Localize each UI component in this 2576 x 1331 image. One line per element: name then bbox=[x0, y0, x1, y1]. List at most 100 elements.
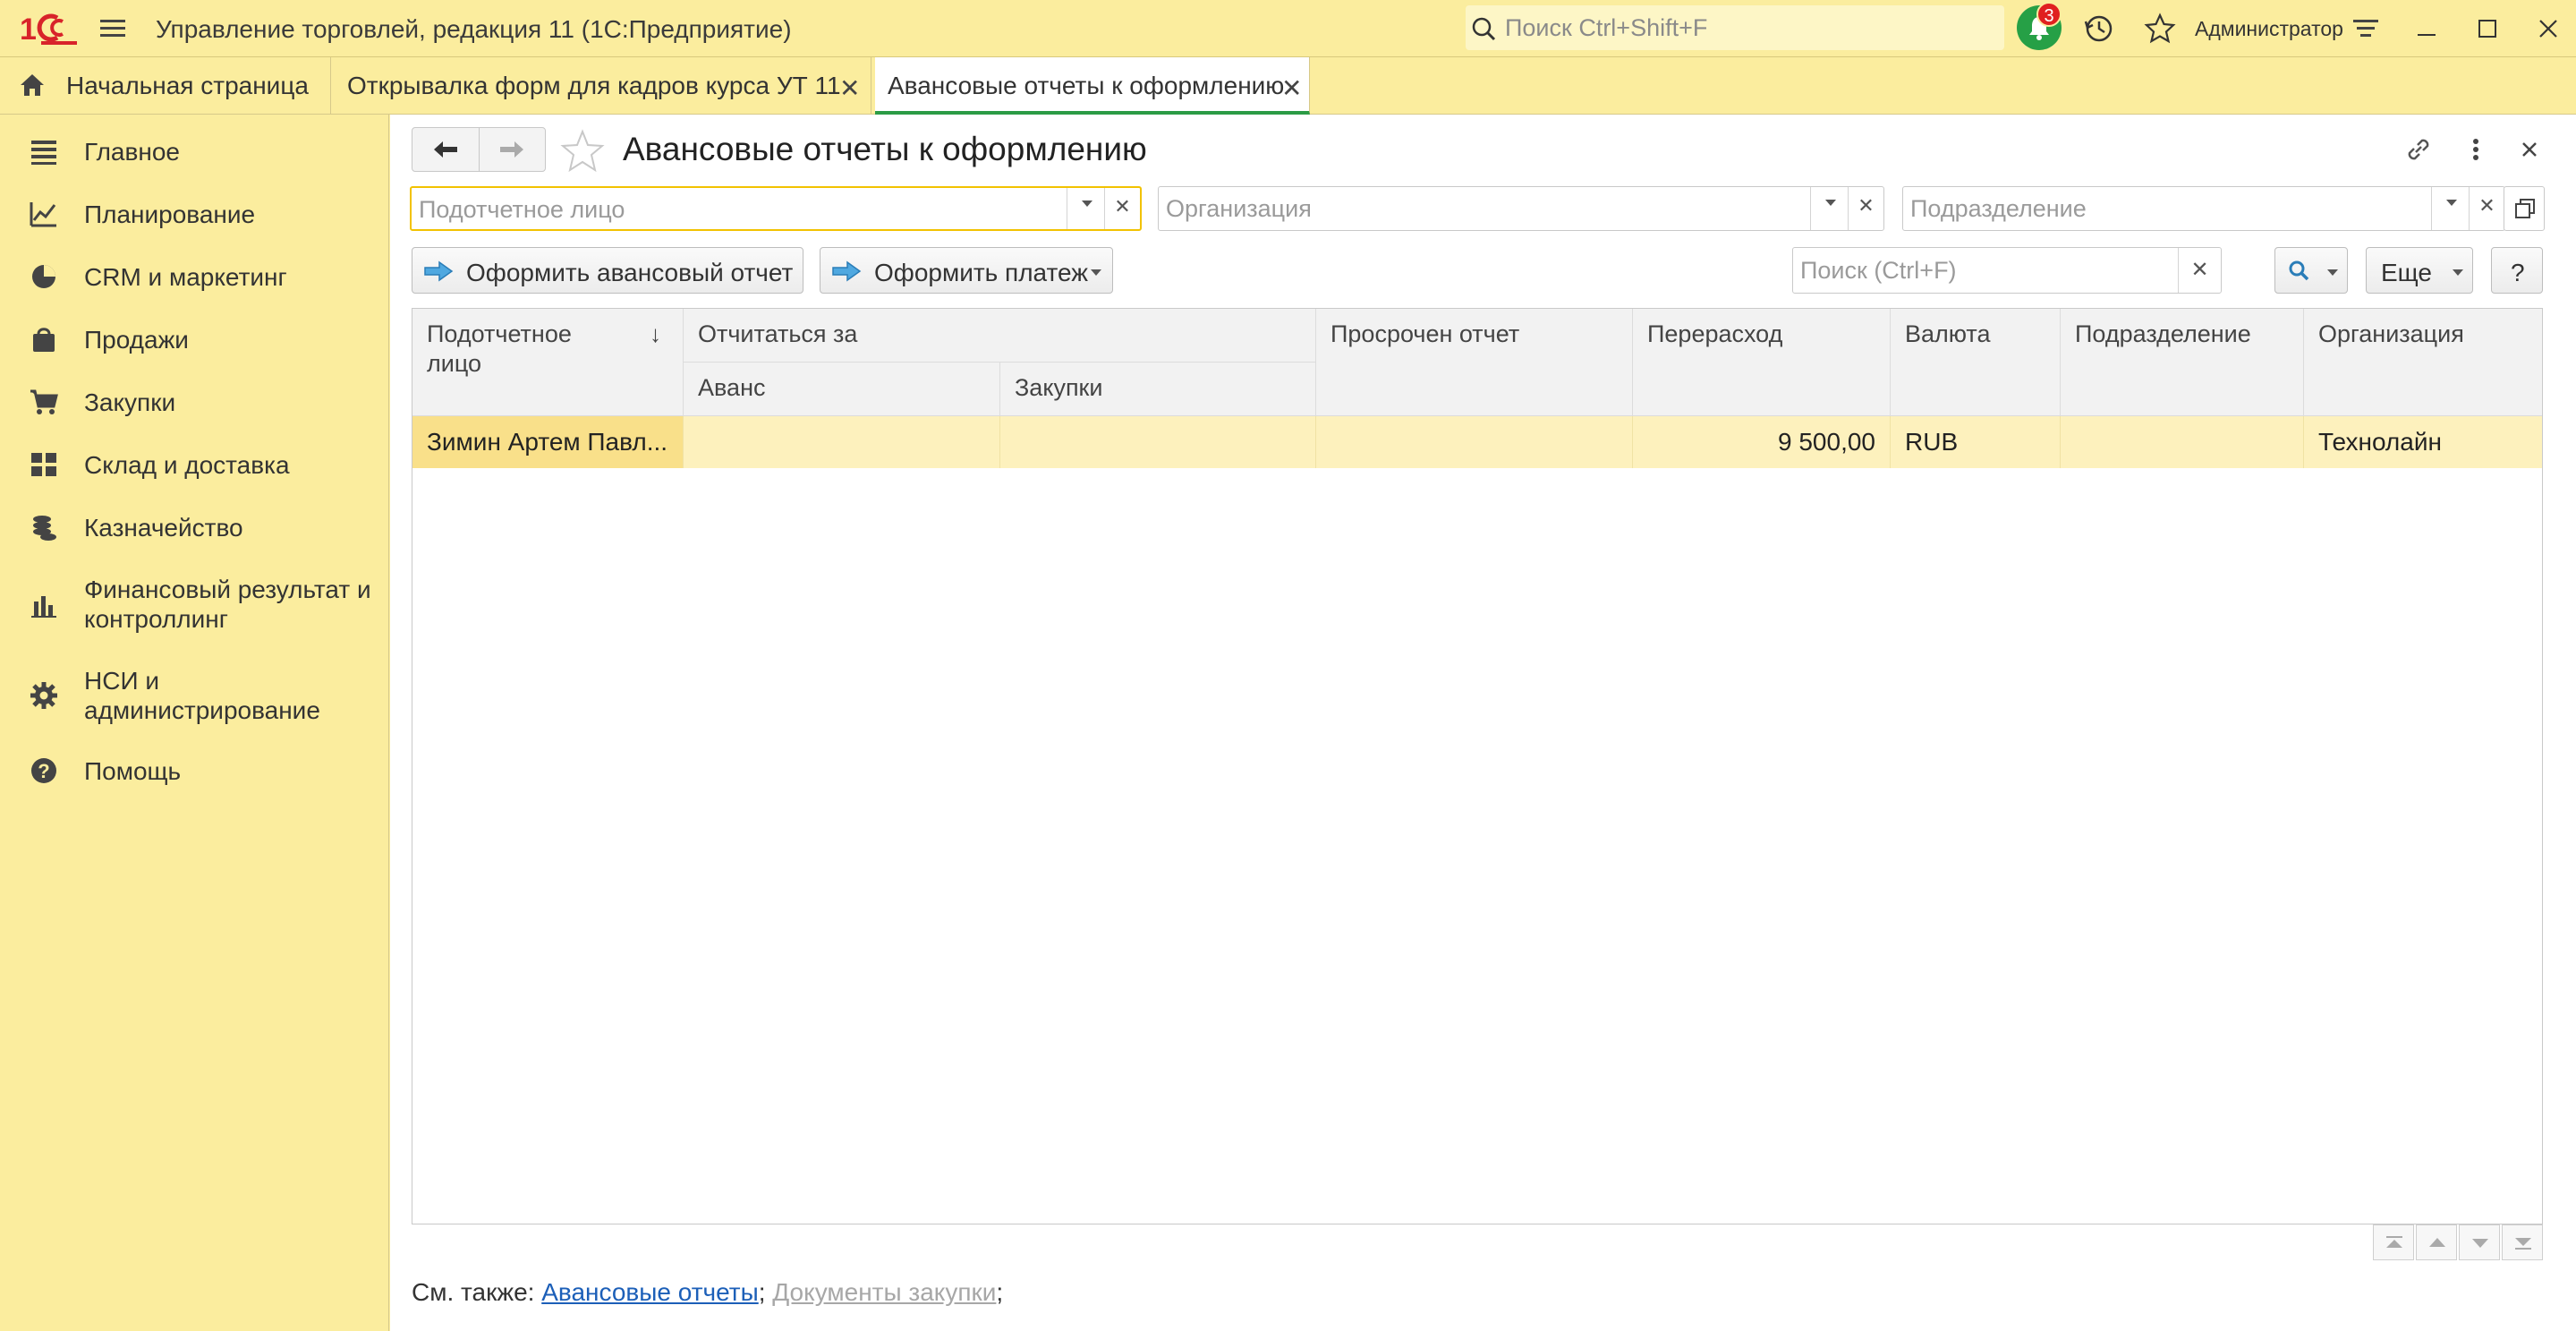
link-advance-reports[interactable]: Авансовые отчеты bbox=[541, 1278, 758, 1306]
person-dropdown-button[interactable] bbox=[1067, 188, 1102, 229]
current-user[interactable]: Администратор bbox=[2195, 17, 2343, 41]
column-header-currency[interactable]: Валюта bbox=[1891, 309, 2061, 416]
cell-currency[interactable]: RUB bbox=[1891, 416, 2061, 468]
1c-logo: 1 bbox=[18, 9, 81, 48]
tab-label: Авансовые отчеты к оформлению bbox=[888, 72, 1285, 99]
cell-overspend[interactable]: 9 500,00 bbox=[1633, 416, 1891, 468]
sidebar-item-finance[interactable]: Финансовый результат и контроллинг bbox=[0, 569, 389, 637]
scroll-first-button[interactable] bbox=[2373, 1224, 2414, 1260]
help-button[interactable]: ? bbox=[2491, 247, 2543, 294]
warehouse-icon bbox=[31, 453, 56, 476]
column-header-overdue[interactable]: Просрочен отчет bbox=[1316, 309, 1633, 416]
sidebar-item-treasury[interactable]: Казначейство bbox=[0, 507, 389, 550]
back-arrow-icon[interactable] bbox=[432, 139, 459, 160]
sidebar-item-planning[interactable]: Планирование bbox=[0, 193, 389, 236]
sidebar-item-label: Главное bbox=[84, 138, 180, 166]
forward-arrow-icon[interactable] bbox=[498, 139, 525, 160]
favorites-star-icon[interactable] bbox=[2144, 13, 2176, 45]
department-clear-button[interactable]: ✕ bbox=[2469, 187, 2504, 230]
list-search-field[interactable]: ✕ bbox=[1792, 247, 2222, 294]
column-header-advance[interactable]: Аванс bbox=[684, 363, 1000, 416]
sidebar-item-label: НСИ и администрирование bbox=[84, 667, 320, 724]
main-menu-icon[interactable] bbox=[98, 16, 127, 41]
column-header-person[interactable]: Подотчетное лицо ↓ bbox=[412, 309, 684, 416]
button-label: Оформить платеж bbox=[874, 259, 1088, 286]
sidebar-item-label: Помощь bbox=[84, 757, 182, 785]
global-search[interactable] bbox=[1466, 5, 2004, 50]
department-dropdown-button[interactable] bbox=[2431, 187, 2467, 230]
notifications-badge: 3 bbox=[2036, 2, 2062, 27]
scroll-last-button[interactable] bbox=[2502, 1224, 2543, 1260]
person-filter-input[interactable] bbox=[417, 193, 1061, 226]
clear-search-icon[interactable]: ✕ bbox=[2178, 248, 2221, 293]
sidebar-item-label: Склад и доставка bbox=[84, 451, 290, 479]
column-header-department[interactable]: Подразделение bbox=[2061, 309, 2304, 416]
sidebar-item-purchases[interactable]: Закупки bbox=[0, 381, 389, 424]
sidebar-item-crm[interactable]: CRM и маркетинг bbox=[0, 256, 389, 299]
minimize-icon[interactable] bbox=[2410, 13, 2443, 45]
sidebar-item-label: CRM и маркетинг bbox=[84, 263, 287, 291]
sidebar-item-main[interactable]: Главное bbox=[0, 131, 389, 174]
tab-home[interactable]: Начальная страница bbox=[0, 57, 331, 115]
sidebar-item-help[interactable]: ? Помощь bbox=[0, 750, 389, 793]
column-header-label: Организация bbox=[2318, 320, 2464, 347]
favorite-star-icon[interactable] bbox=[560, 129, 605, 174]
close-form-icon[interactable] bbox=[2514, 134, 2545, 165]
clear-icon: ✕ bbox=[2478, 194, 2495, 217]
organization-filter-input[interactable] bbox=[1164, 192, 1808, 225]
sidebar-item-sales[interactable]: Продажи bbox=[0, 319, 389, 362]
scroll-down-button[interactable] bbox=[2459, 1224, 2500, 1260]
column-header-overspend[interactable]: Перерасход bbox=[1633, 309, 1891, 416]
open-department-button[interactable] bbox=[2504, 186, 2545, 231]
column-header-label: Валюта bbox=[1905, 320, 1991, 347]
link-purchase-documents[interactable]: Документы закупки bbox=[772, 1278, 996, 1306]
column-header-label: Подразделение bbox=[2075, 320, 2251, 347]
person-clear-button[interactable]: ✕ bbox=[1104, 188, 1140, 229]
close-window-icon[interactable] bbox=[2532, 13, 2564, 45]
sidebar-item-admin[interactable]: НСИ и администрирование bbox=[0, 661, 389, 729]
scroll-up-button[interactable] bbox=[2416, 1224, 2457, 1260]
bar-chart-icon bbox=[31, 596, 56, 618]
tab-forms-opener[interactable]: Открывалка форм для кадров курса УТ 11 ✕ bbox=[331, 57, 871, 115]
cell-purchases[interactable] bbox=[1000, 416, 1316, 468]
department-filter-field[interactable]: ✕ bbox=[1902, 186, 2505, 231]
tab-close-icon[interactable]: ✕ bbox=[839, 73, 860, 103]
more-actions-button[interactable]: Еще bbox=[2366, 247, 2473, 294]
maximize-icon[interactable] bbox=[2471, 13, 2504, 45]
create-payment-button[interactable]: Оформить платеж bbox=[820, 247, 1113, 294]
tab-label: Открывалка форм для кадров курса УТ 11 bbox=[347, 72, 841, 99]
arrow-right-blue-icon bbox=[832, 260, 862, 282]
person-filter-field[interactable]: ✕ bbox=[410, 186, 1142, 231]
cell-advance[interactable] bbox=[684, 416, 1000, 468]
create-advance-report-button[interactable]: Оформить авансовый отчет bbox=[412, 247, 803, 294]
app-title: Управление торговлей, редакция 11 (1С:Пр… bbox=[156, 15, 792, 43]
cell-department[interactable] bbox=[2061, 416, 2304, 468]
see-also-label: См. также: bbox=[412, 1278, 535, 1306]
sidebar-item-warehouse[interactable]: Склад и доставка bbox=[0, 444, 389, 487]
sort-descending-icon: ↓ bbox=[650, 320, 661, 347]
cell-person[interactable]: Зимин Артем Павл... bbox=[412, 416, 684, 468]
history-icon[interactable] bbox=[2083, 13, 2115, 45]
tab-advance-reports[interactable]: Авансовые отчеты к оформлению ✕ bbox=[875, 57, 1310, 115]
column-header-label: Закупки bbox=[1015, 374, 1103, 401]
tab-close-icon[interactable]: ✕ bbox=[1281, 73, 1302, 103]
global-search-input[interactable] bbox=[1503, 11, 1986, 45]
settings-filter-icon[interactable] bbox=[2350, 13, 2382, 45]
organization-clear-button[interactable]: ✕ bbox=[1848, 187, 1883, 230]
list-search-input[interactable] bbox=[1798, 254, 2156, 286]
link-icon[interactable] bbox=[2403, 134, 2434, 165]
organization-filter-field[interactable]: ✕ bbox=[1158, 186, 1884, 231]
organization-dropdown-button[interactable] bbox=[1810, 187, 1846, 230]
button-label: Оформить авансовый отчет bbox=[466, 259, 794, 286]
column-header-label: Аванс bbox=[698, 374, 766, 401]
column-header-purchases[interactable]: Закупки bbox=[1000, 363, 1316, 416]
department-filter-input[interactable] bbox=[1909, 192, 2427, 225]
cell-organization[interactable]: Технолайн bbox=[2304, 416, 2542, 468]
column-header-organization[interactable]: Организация bbox=[2304, 309, 2542, 416]
search-options-button[interactable] bbox=[2274, 247, 2348, 294]
more-vertical-icon[interactable] bbox=[2461, 134, 2491, 165]
cell-overdue[interactable] bbox=[1316, 416, 1633, 468]
scroll-top-icon bbox=[2386, 1236, 2402, 1248]
data-table: Подотчетное лицо ↓ Отчитаться за Аванс З… bbox=[412, 308, 2543, 1224]
sidebar: Главное Планирование CRM и маркетинг Про… bbox=[0, 115, 389, 1331]
